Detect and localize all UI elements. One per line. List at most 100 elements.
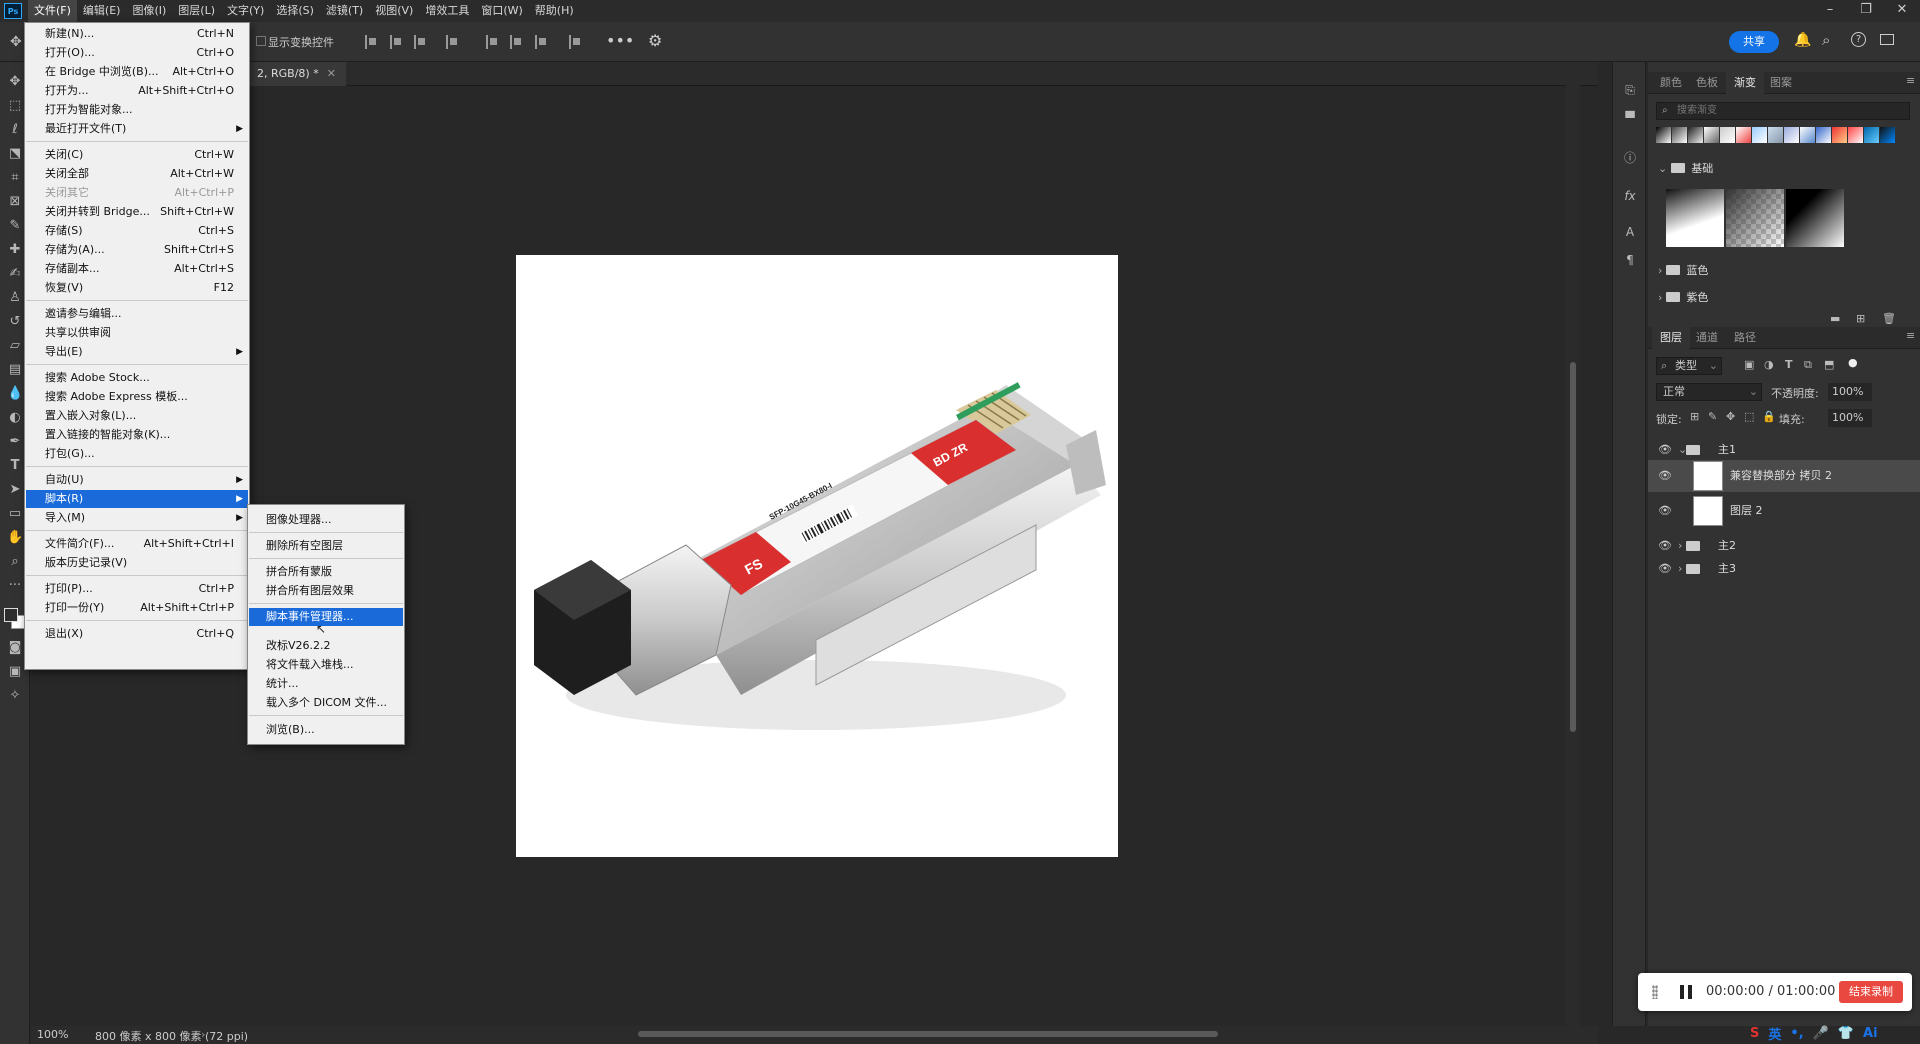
filter-shape-icon[interactable]: ⧉ — [1804, 358, 1812, 372]
lock-image-icon[interactable]: ✎ — [1708, 410, 1717, 423]
gradient-swatch[interactable] — [1864, 127, 1879, 143]
lock-artboard-icon[interactable]: ⬚ — [1744, 410, 1754, 423]
menu-item-invite[interactable]: 邀请参与编辑... — [26, 305, 248, 323]
more-tools-icon[interactable]: ··· — [7, 578, 23, 594]
tab-patterns[interactable]: 图案 — [1762, 72, 1800, 94]
ai-icon[interactable]: Ai — [1863, 1026, 1878, 1041]
paragraph-panel-icon[interactable]: ¶ — [1622, 252, 1638, 268]
align-middle-icon[interactable] — [510, 35, 522, 49]
gradient-swatch[interactable] — [1768, 127, 1783, 143]
panel-menu-icon[interactable]: ≡ — [1906, 74, 1915, 87]
gradient-swatch[interactable] — [1736, 127, 1751, 143]
comments-panel-icon[interactable]: ▀ — [1622, 110, 1638, 126]
dodge-tool-icon[interactable]: ◐ — [7, 410, 23, 426]
menu-item-print[interactable]: 打印(P)... Ctrl+P — [26, 580, 248, 598]
menu-item-scripts[interactable]: 脚本(R) ▶ — [26, 490, 248, 508]
layer-row[interactable]: 👁 图层 2 — [1648, 494, 1920, 528]
filter-pixel-icon[interactable]: ▣ — [1744, 358, 1754, 371]
horizontal-scroll-thumb[interactable] — [638, 1031, 1218, 1037]
gradient-thumb[interactable] — [1726, 189, 1784, 247]
history-panel-icon[interactable]: ⎘ — [1622, 82, 1638, 98]
brush-tool-icon[interactable]: ✍ — [7, 266, 23, 282]
generative-fill-icon[interactable]: ✧ — [7, 688, 23, 704]
help-icon[interactable]: ? — [1851, 32, 1866, 47]
gradient-group-basics[interactable]: ⌄ 基础 — [1658, 160, 1713, 178]
close-tab-icon[interactable]: ✕ — [327, 67, 336, 80]
share-button[interactable]: 共享 — [1729, 31, 1779, 53]
layer-row-selected[interactable]: 👁 兼容替换部分 拷贝 2 — [1648, 460, 1920, 492]
filter-toggle-icon[interactable]: ● — [1848, 356, 1858, 369]
search-icon[interactable]: ⌕ — [1822, 31, 1830, 49]
gradient-swatch[interactable] — [1800, 127, 1815, 143]
menu-item-statistics[interactable]: 统计... — [249, 675, 403, 693]
align-right-icon[interactable] — [414, 35, 426, 49]
menu-item-browse-bridge[interactable]: 在 Bridge 中浏览(B)... Alt+Ctrl+O — [26, 63, 248, 81]
menu-item-close-go-bridge[interactable]: 关闭并转到 Bridge... Shift+Ctrl+W — [26, 203, 248, 221]
menu-item-revert[interactable]: 恢复(V) F12 — [26, 279, 248, 297]
tab-gradients[interactable]: 渐变 — [1726, 72, 1764, 94]
gradient-group-purple[interactable]: › 紫色 — [1658, 289, 1708, 307]
menu-item-file-info[interactable]: 文件简介(F)... Alt+Shift+Ctrl+I — [26, 535, 248, 553]
move-tool-icon[interactable]: ✥ — [7, 74, 23, 90]
gradient-thumb[interactable] — [1666, 189, 1724, 247]
align-top-icon[interactable] — [486, 35, 498, 49]
gradient-search-input[interactable]: ⌕ 搜索渐变 — [1656, 102, 1910, 120]
gradient-swatch[interactable] — [1720, 127, 1735, 143]
menu-plugins[interactable]: 增效工具 — [419, 0, 475, 22]
menu-item-open[interactable]: 打开(O)... Ctrl+O — [26, 44, 248, 62]
distribute-horizontal-icon[interactable] — [446, 35, 458, 49]
punctuation-icon[interactable]: •, — [1790, 1026, 1803, 1041]
gradient-swatch[interactable] — [1672, 127, 1687, 143]
menu-item-delete-empty-layers[interactable]: 删除所有空图层 — [249, 537, 403, 555]
blend-mode-select[interactable]: 正常 ⌄ — [1656, 383, 1762, 401]
layer-group-row[interactable]: 👁 › 主2 — [1648, 536, 1920, 556]
gradient-swatch[interactable] — [1688, 127, 1703, 143]
menu-item-automate[interactable]: 自动(U) ▶ — [26, 471, 248, 489]
microphone-icon[interactable]: 🎤 — [1813, 1026, 1829, 1041]
opacity-input[interactable]: 100% — [1828, 383, 1872, 401]
align-left-icon[interactable] — [365, 35, 377, 49]
rectangle-tool-icon[interactable]: ▭ — [7, 506, 23, 522]
menu-item-close[interactable]: 关闭(C) Ctrl+W — [26, 146, 248, 164]
tab-channels[interactable]: 通道 — [1688, 327, 1726, 349]
menu-view[interactable]: 视图(V) — [369, 0, 419, 22]
panel-menu-icon[interactable]: ≡ — [1906, 329, 1915, 342]
quick-mask-icon[interactable]: ◙ — [7, 640, 23, 656]
menu-help[interactable]: 帮助(H) — [529, 0, 580, 22]
fx-panel-icon[interactable]: fx — [1622, 188, 1638, 204]
zoom-level[interactable]: 100% — [37, 1028, 68, 1041]
stamp-tool-icon[interactable]: ♙ — [7, 290, 23, 306]
menu-item-browse[interactable]: 浏览(B)... — [249, 721, 403, 739]
info-panel-icon[interactable]: ⓘ — [1622, 150, 1638, 166]
menu-item-package[interactable]: 打包(G)... — [26, 445, 248, 463]
foreground-color-swatch[interactable] — [4, 608, 18, 622]
filter-smart-icon[interactable]: ⬒ — [1824, 358, 1834, 371]
object-select-tool-icon[interactable]: ⬔ — [7, 146, 23, 162]
menu-item-close-all[interactable]: 关闭全部 Alt+Ctrl+W — [26, 165, 248, 183]
menu-item-search-express[interactable]: 搜索 Adobe Express 模板... — [26, 388, 248, 406]
menu-window[interactable]: 窗口(W) — [475, 0, 528, 22]
stop-recording-button[interactable]: 结束录制 — [1839, 981, 1903, 1003]
blur-tool-icon[interactable]: 💧 — [7, 386, 23, 402]
maximize-icon[interactable]: ❐ — [1848, 0, 1884, 22]
menu-filter[interactable]: 滤镜(T) — [320, 0, 369, 22]
pause-icon[interactable] — [1680, 985, 1692, 999]
distribute-vertical-icon[interactable] — [569, 35, 581, 49]
menu-item-save-as[interactable]: 存储为(A)... Shift+Ctrl+S — [26, 241, 248, 259]
pen-tool-icon[interactable]: ✒ — [7, 434, 23, 450]
filter-type-icon[interactable]: T — [1785, 358, 1793, 371]
more-options-icon[interactable]: ••• — [606, 31, 634, 50]
close-icon[interactable]: ✕ — [1884, 0, 1920, 22]
gradient-group-blue[interactable]: › 蓝色 — [1658, 262, 1708, 280]
gradient-tool-icon[interactable]: ▤ — [7, 362, 23, 378]
layer-filter-select[interactable]: ⌕ 类型 ⌄ — [1656, 357, 1722, 375]
menu-image[interactable]: 图像(I) — [126, 0, 172, 22]
fill-input[interactable]: 100% — [1828, 409, 1872, 427]
menu-item-save-copy[interactable]: 存储副本... Alt+Ctrl+S — [26, 260, 248, 278]
menu-item-load-dicom[interactable]: 载入多个 DICOM 文件... — [249, 694, 403, 712]
bell-icon[interactable]: 🔔 — [1794, 32, 1811, 48]
menu-item-share-review[interactable]: 共享以供审阅 — [26, 324, 248, 342]
frame-tool-icon[interactable]: ⊠ — [7, 194, 23, 210]
gradient-swatch[interactable] — [1880, 127, 1895, 143]
new-group-icon[interactable]: ▬ — [1830, 312, 1840, 325]
